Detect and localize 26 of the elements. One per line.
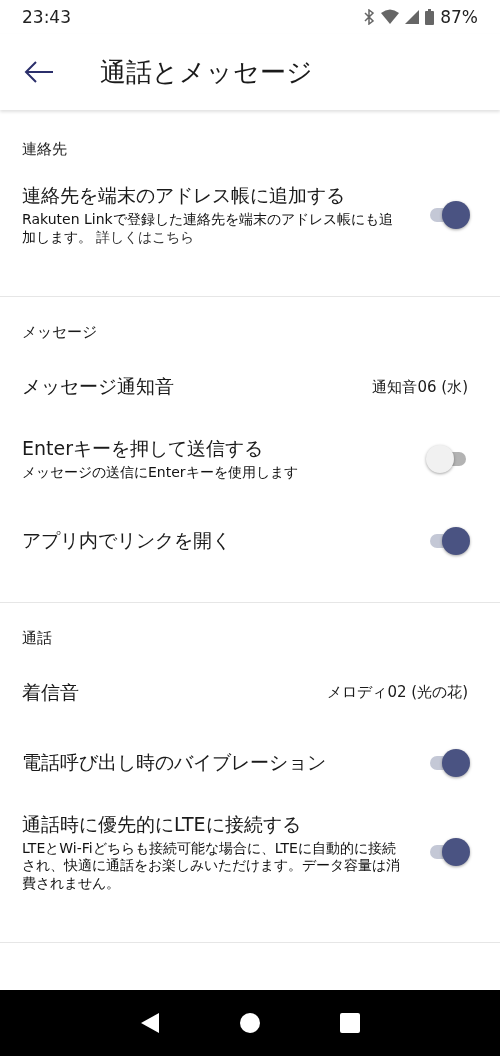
learn-more-link[interactable]: 詳しくはこちら [96, 228, 195, 245]
setting-label: メッセージ通知音 [22, 374, 174, 399]
battery-icon [425, 9, 435, 25]
bluetooth-icon [363, 9, 376, 25]
setting-label: 連絡先を端末のアドレス帳に追加する [22, 183, 346, 208]
signal-icon [405, 9, 420, 25]
setting-label: 電話呼び出し時のバイブレーション [22, 749, 326, 775]
back-arrow-icon[interactable] [24, 61, 54, 83]
setting-label: 着信音 [22, 679, 79, 705]
battery-percent: 87% [440, 7, 478, 27]
setting-description: Rakuten Linkで登録した連絡先を端末のアドレス帳にも追加します。 詳しくはこちら [22, 211, 394, 246]
section-header: メッセージ [21, 322, 98, 343]
section-header: 通話 [21, 627, 53, 649]
status-time: 23:43 [22, 7, 71, 27]
home-icon[interactable] [240, 1013, 260, 1033]
setting-label: Enterキーを押して送信する [22, 436, 264, 461]
setting-value: 通知音06 (水) [372, 377, 468, 397]
page-title: 通話とメッセージ [100, 55, 313, 89]
setting-label: アプリ内でリンクを開く [22, 527, 231, 553]
setting-description: メッセージの送信にEnterキーを使用します [22, 464, 298, 482]
wifi-icon [381, 9, 400, 25]
setting-description: LTEとWi-Fiどちらも接続可能な場合に、LTEに自動的に接続され、快適に通話をお楽しみいただけます。データ容量は消費されません。 [22, 839, 401, 892]
section-header: 連絡先 [21, 139, 68, 160]
setting-value: メロディ02 (光の花) [327, 683, 468, 702]
back-icon[interactable] [140, 1012, 160, 1034]
setting-label: 通話時に優先的にLTEに接続する [22, 811, 302, 837]
